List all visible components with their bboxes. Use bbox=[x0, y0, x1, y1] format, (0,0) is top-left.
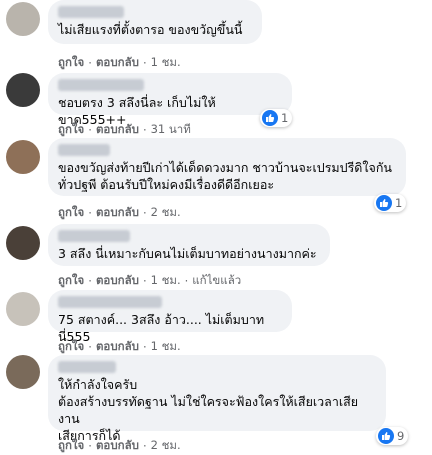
timestamp[interactable]: 31 นาที bbox=[151, 121, 191, 139]
separator: · bbox=[142, 274, 147, 288]
comment-actions: ถูกใจ · ตอบกลับ · 1 ชม. bbox=[58, 338, 181, 356]
reply-link[interactable]: ตอบกลับ bbox=[96, 272, 139, 290]
author-name-blurred[interactable] bbox=[58, 296, 162, 308]
avatar[interactable] bbox=[6, 73, 40, 107]
reaction-count[interactable]: 9 bbox=[376, 427, 409, 445]
separator: · bbox=[88, 274, 92, 288]
author-name-blurred[interactable] bbox=[58, 144, 110, 156]
comment-actions: ถูกใจ · ตอบกลับ · 2 ชม. bbox=[58, 437, 181, 455]
edited-label[interactable]: แก้ไขแล้ว bbox=[192, 272, 241, 290]
comment-bubble: ของขวัญส่งท้ายปีเก่าได้เด็ดดวงมาก ชาวบ้า… bbox=[48, 138, 406, 196]
separator: · bbox=[88, 439, 92, 453]
reply-link[interactable]: ตอบกลับ bbox=[96, 437, 139, 455]
avatar[interactable] bbox=[6, 2, 40, 36]
comment-text: ของขวัญส่งท้ายปีเก่าได้เด็ดดวงมาก ชาวบ้า… bbox=[58, 160, 392, 192]
reaction-number: 1 bbox=[395, 196, 403, 210]
comment-actions: ถูกใจ · ตอบกลับ · 1 ชม. · แก้ไขแล้ว bbox=[58, 272, 241, 290]
reply-link[interactable]: ตอบกลับ bbox=[96, 338, 139, 356]
thumbs-up-icon bbox=[376, 195, 392, 211]
separator: · bbox=[142, 123, 147, 137]
separator: · bbox=[142, 56, 147, 70]
reply-link[interactable]: ตอบกลับ bbox=[96, 54, 139, 72]
timestamp[interactable]: 1 ชม. bbox=[151, 338, 181, 356]
thumbs-up-icon bbox=[378, 428, 394, 444]
comment-text: 3 สลึง นี่เหมาะกับคนไม่เต็มบาทอย่างนางมา… bbox=[58, 246, 317, 261]
comment-bubble: 3 สลึง นี่เหมาะกับคนไม่เต็มบาทอย่างนางมา… bbox=[48, 224, 330, 266]
comment-bubble: 75 สตางค์... 3สลึง อ้าว.... ไม่เต็มบาทนี… bbox=[48, 290, 292, 344]
separator: · bbox=[184, 274, 189, 288]
separator: · bbox=[88, 123, 92, 137]
author-name-blurred[interactable] bbox=[58, 361, 116, 373]
separator: · bbox=[142, 439, 147, 453]
comment-text: ไม่เสียแรงที่ตั้งตารอ ของขวัญขึ้นนี้ bbox=[58, 22, 243, 37]
comment-bubble: ให้กำลังใจครับ ต้องสร้างบรรทัดฐาน ไม่ใช่… bbox=[48, 355, 386, 443]
timestamp[interactable]: 2 ชม. bbox=[151, 204, 181, 222]
separator: · bbox=[88, 56, 92, 70]
avatar[interactable] bbox=[6, 355, 40, 389]
separator: · bbox=[88, 206, 92, 220]
like-link[interactable]: ถูกใจ bbox=[58, 272, 84, 290]
author-name-blurred[interactable] bbox=[58, 230, 130, 242]
reaction-count[interactable]: 1 bbox=[260, 109, 293, 127]
comment-text: ให้กำลังใจครับ ต้องสร้างบรรทัดฐาน ไม่ใช่… bbox=[58, 377, 359, 443]
separator: · bbox=[142, 206, 147, 220]
reply-link[interactable]: ตอบกลับ bbox=[96, 121, 139, 139]
like-link[interactable]: ถูกใจ bbox=[58, 121, 84, 139]
like-link[interactable]: ถูกใจ bbox=[58, 338, 84, 356]
reaction-number: 9 bbox=[397, 429, 405, 443]
reaction-count[interactable]: 1 bbox=[374, 194, 407, 212]
comment-actions: ถูกใจ · ตอบกลับ · 2 ชม. bbox=[58, 204, 181, 222]
comment-bubble: ไม่เสียแรงที่ตั้งตารอ ของขวัญขึ้นนี้ bbox=[48, 0, 262, 44]
comment-bubble: ชอบตรง 3 สลึงนี่ละ เก็บไม่ให้ขาด555++ bbox=[48, 73, 292, 127]
timestamp[interactable]: 1 ชม. bbox=[151, 54, 181, 72]
reaction-number: 1 bbox=[281, 111, 289, 125]
reply-link[interactable]: ตอบกลับ bbox=[96, 204, 139, 222]
author-name-blurred[interactable] bbox=[58, 79, 144, 91]
like-link[interactable]: ถูกใจ bbox=[58, 54, 84, 72]
separator: · bbox=[142, 340, 147, 354]
comment-actions: ถูกใจ · ตอบกลับ · 1 ชม. bbox=[58, 54, 181, 72]
separator: · bbox=[88, 340, 92, 354]
thumbs-up-icon bbox=[262, 110, 278, 126]
like-link[interactable]: ถูกใจ bbox=[58, 437, 84, 455]
timestamp[interactable]: 2 ชม. bbox=[151, 437, 181, 455]
like-link[interactable]: ถูกใจ bbox=[58, 204, 84, 222]
avatar[interactable] bbox=[6, 226, 40, 260]
comment-actions: ถูกใจ · ตอบกลับ · 31 นาที bbox=[58, 121, 191, 139]
avatar[interactable] bbox=[6, 292, 40, 326]
avatar[interactable] bbox=[6, 140, 40, 174]
author-name-blurred[interactable] bbox=[58, 6, 124, 18]
timestamp[interactable]: 1 ชม. bbox=[151, 272, 181, 290]
